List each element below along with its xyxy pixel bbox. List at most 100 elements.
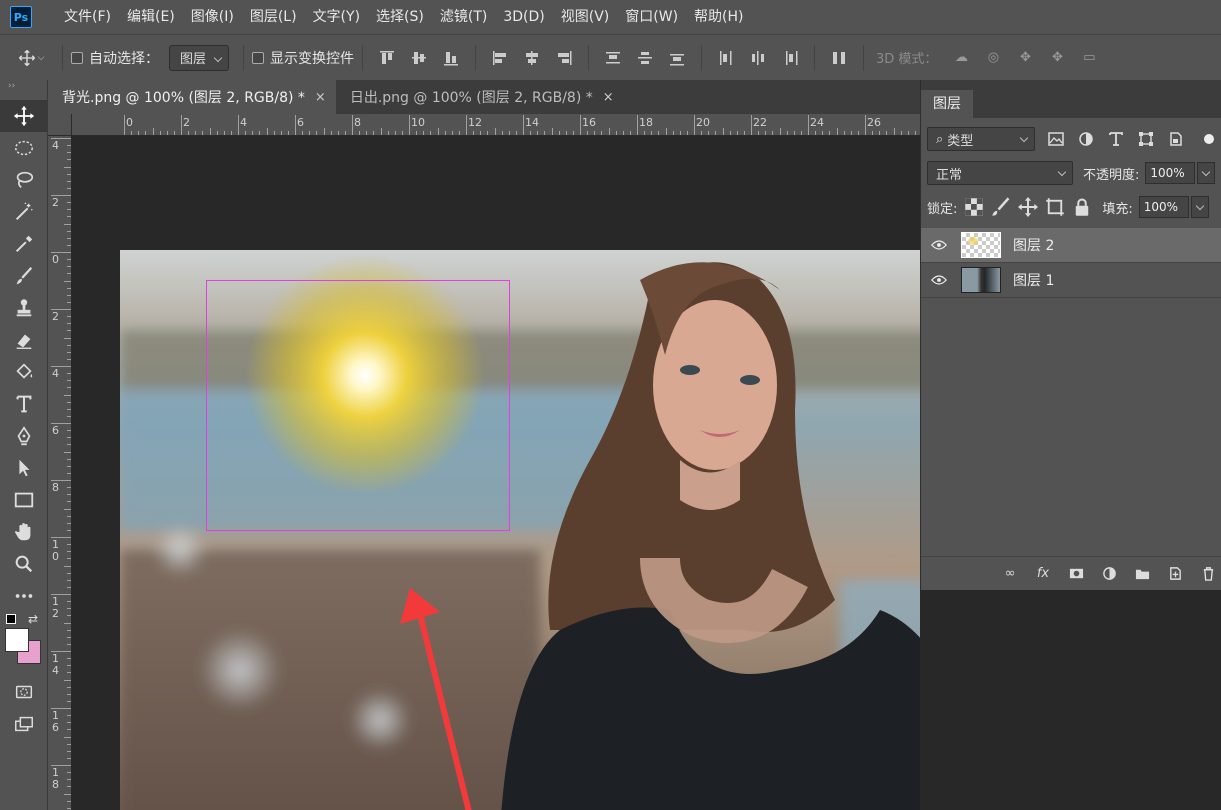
shape-filter-icon[interactable] bbox=[1137, 130, 1155, 148]
layer-bounding-box[interactable] bbox=[206, 280, 510, 531]
new-group-icon[interactable] bbox=[1132, 564, 1152, 584]
vertical-ruler[interactable]: 4 2 0 2 4 6 8 10 12 14 16 18 bbox=[48, 136, 72, 810]
menu-type[interactable]: 文字(Y) bbox=[305, 0, 368, 34]
quick-mask-icon[interactable] bbox=[0, 676, 48, 708]
ruler-tick bbox=[530, 131, 532, 135]
show-transform-checkbox[interactable]: 显示变换控件 bbox=[252, 48, 354, 68]
lock-transparent-icon[interactable] bbox=[964, 197, 984, 217]
ruler-label: 18 bbox=[52, 766, 59, 791]
ruler-tick bbox=[51, 366, 71, 367]
ruler-label: 2 bbox=[52, 310, 59, 323]
ruler-tick bbox=[416, 131, 418, 135]
opacity-field[interactable]: 100% bbox=[1145, 162, 1196, 184]
orbit-3d-icon[interactable]: ☁ bbox=[950, 47, 972, 69]
menu-image[interactable]: 图像(I) bbox=[183, 0, 242, 34]
brush-tool-icon[interactable] bbox=[0, 260, 48, 292]
lock-artboard-icon[interactable] bbox=[1045, 197, 1065, 217]
link-layers-icon[interactable]: ∞ bbox=[1000, 564, 1020, 584]
screen-mode-icon[interactable] bbox=[0, 708, 48, 740]
fill-field[interactable]: 100% bbox=[1138, 196, 1189, 218]
layer-filter-dropdown[interactable]: ⌕ 类型 bbox=[927, 127, 1035, 151]
lasso-tool-icon[interactable] bbox=[0, 164, 48, 196]
lock-all-icon[interactable] bbox=[1072, 197, 1092, 217]
distribute-hcenter-icon[interactable] bbox=[745, 45, 771, 71]
menu-window[interactable]: 窗口(W) bbox=[617, 0, 686, 34]
type-filter-icon[interactable] bbox=[1107, 130, 1125, 148]
tab-layers[interactable]: 图层 bbox=[921, 90, 973, 118]
auto-select-checkbox[interactable]: 自动选择： bbox=[71, 48, 159, 68]
layer-row-layer-1[interactable]: 图层 1 bbox=[921, 263, 1221, 298]
tab-backlight-png[interactable]: 背光.png @ 100% (图层 2, RGB/8) * × bbox=[48, 80, 336, 114]
horizontal-ruler[interactable]: 024681012141618202224262 bbox=[72, 114, 920, 136]
menu-select[interactable]: 选择(S) bbox=[368, 0, 432, 34]
move-tool-preset-icon[interactable]: ⌵ bbox=[11, 45, 51, 71]
distribute-left-icon[interactable] bbox=[713, 45, 739, 71]
pen-tool-icon[interactable] bbox=[0, 420, 48, 452]
paint-bucket-tool-icon[interactable] bbox=[0, 356, 48, 388]
hand-tool-icon[interactable] bbox=[0, 516, 48, 548]
menu-edit[interactable]: 编辑(E) bbox=[119, 0, 183, 34]
roll-3d-icon[interactable]: ◎ bbox=[982, 47, 1004, 69]
close-icon[interactable]: × bbox=[603, 90, 614, 105]
menu-filter[interactable]: 滤镜(T) bbox=[432, 0, 495, 34]
slide-3d-icon[interactable]: ✥ bbox=[1046, 47, 1068, 69]
menu-layer[interactable]: 图层(L) bbox=[242, 0, 305, 34]
menu-help[interactable]: 帮助(H) bbox=[686, 0, 751, 34]
distribute-bottom-icon[interactable] bbox=[664, 45, 690, 71]
layer-row-layer-2[interactable]: 图层 2 bbox=[921, 228, 1221, 263]
marquee-tool-icon[interactable] bbox=[0, 132, 48, 164]
stamp-tool-icon[interactable] bbox=[0, 292, 48, 324]
document-canvas[interactable] bbox=[72, 136, 920, 810]
ruler-tick bbox=[743, 131, 745, 135]
foreground-color-swatch[interactable] bbox=[5, 628, 29, 652]
align-top-icon[interactable] bbox=[374, 45, 400, 71]
delete-layer-icon[interactable] bbox=[1198, 564, 1218, 584]
align-right-icon[interactable] bbox=[551, 45, 577, 71]
adjustment-layer-icon[interactable] bbox=[1099, 564, 1119, 584]
tab-sunrise-png[interactable]: 日出.png @ 100% (图层 2, RGB/8) * × bbox=[336, 80, 624, 114]
menu-file[interactable]: 文件(F) bbox=[56, 0, 119, 34]
add-mask-icon[interactable] bbox=[1066, 564, 1086, 584]
image-filter-icon[interactable] bbox=[1047, 130, 1065, 148]
scale-3d-icon[interactable]: ▭ bbox=[1078, 47, 1100, 69]
distribute-spacing-icon[interactable] bbox=[826, 45, 852, 71]
fill-dropdown-icon[interactable] bbox=[1190, 196, 1209, 218]
visibility-eye-icon[interactable] bbox=[921, 240, 957, 250]
lock-position-icon[interactable] bbox=[1018, 197, 1039, 217]
fx-icon[interactable]: fx bbox=[1033, 564, 1053, 584]
align-left-icon[interactable] bbox=[487, 45, 513, 71]
menu-3d[interactable]: 3D(D) bbox=[495, 0, 552, 34]
align-vcenter-icon[interactable] bbox=[406, 45, 432, 71]
eraser-tool-icon[interactable] bbox=[0, 324, 48, 356]
align-bottom-icon[interactable] bbox=[438, 45, 464, 71]
distribute-top-icon[interactable] bbox=[600, 45, 626, 71]
filter-toggle-icon[interactable] bbox=[1197, 130, 1215, 148]
drag-3d-icon[interactable]: ✥ bbox=[1014, 47, 1036, 69]
toolbar-collapse-icon[interactable]: ›› bbox=[0, 80, 47, 94]
more-tools-icon[interactable] bbox=[0, 580, 48, 612]
default-colors-icon[interactable] bbox=[6, 614, 16, 624]
magic-wand-tool-icon[interactable] bbox=[0, 196, 48, 228]
path-selection-tool-icon[interactable] bbox=[0, 452, 48, 484]
type-tool-icon[interactable] bbox=[0, 388, 48, 420]
ruler-origin[interactable] bbox=[48, 114, 72, 136]
auto-select-target-dropdown[interactable]: 图层 bbox=[169, 44, 230, 71]
close-icon[interactable]: × bbox=[315, 90, 326, 105]
ruler-tick bbox=[67, 743, 71, 745]
rectangle-tool-icon[interactable] bbox=[0, 484, 48, 516]
smart-object-filter-icon[interactable] bbox=[1167, 130, 1185, 148]
new-layer-icon[interactable] bbox=[1165, 564, 1185, 584]
zoom-tool-icon[interactable] bbox=[0, 548, 48, 580]
visibility-eye-icon[interactable] bbox=[921, 275, 957, 285]
swap-colors-icon[interactable]: ⇄ bbox=[28, 612, 38, 626]
adjustment-filter-icon[interactable] bbox=[1077, 130, 1095, 148]
align-hcenter-icon[interactable] bbox=[519, 45, 545, 71]
move-tool-icon[interactable] bbox=[0, 100, 48, 132]
distribute-right-icon[interactable] bbox=[777, 45, 803, 71]
blend-mode-dropdown[interactable]: 正常 bbox=[927, 161, 1073, 185]
distribute-vcenter-icon[interactable] bbox=[632, 45, 658, 71]
menu-view[interactable]: 视图(V) bbox=[553, 0, 618, 34]
opacity-dropdown-icon[interactable] bbox=[1197, 162, 1216, 184]
eyedropper-tool-icon[interactable] bbox=[0, 228, 48, 260]
lock-pixels-icon[interactable] bbox=[991, 197, 1011, 217]
